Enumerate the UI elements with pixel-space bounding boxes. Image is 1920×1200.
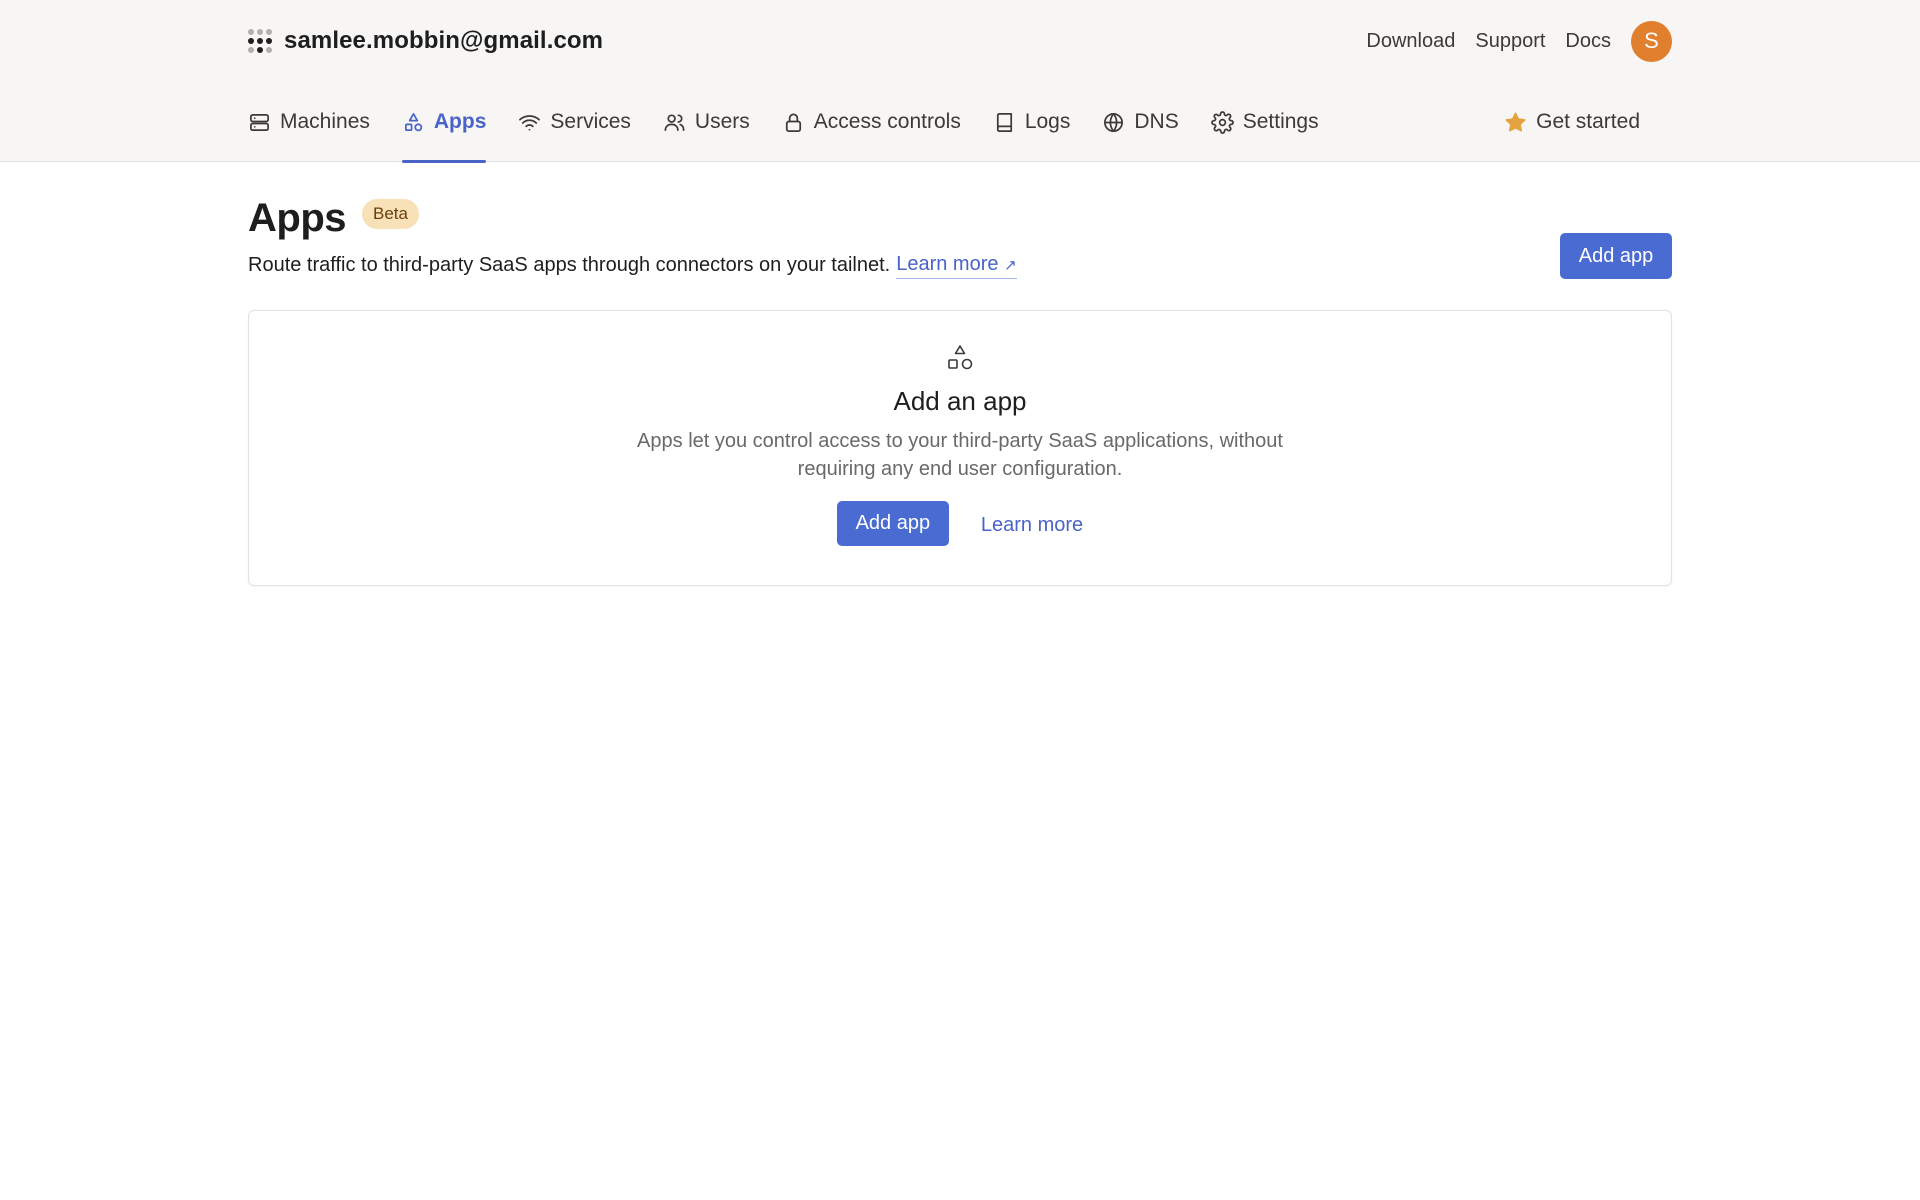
add-app-button[interactable]: Add app <box>1560 233 1672 279</box>
services-icon <box>519 114 541 131</box>
tab-label: Settings <box>1242 110 1319 133</box>
get-started-button[interactable]: Get started <box>1504 82 1640 162</box>
learn-more-label: Learn more <box>896 252 999 275</box>
tab-label: Users <box>694 110 750 133</box>
page-description: Route traffic to third-party SaaS apps t… <box>248 250 1672 280</box>
tab-label: Logs <box>1024 110 1071 133</box>
star-icon <box>1505 112 1526 132</box>
main-content: Apps Beta Route traffic to third-party S… <box>248 162 1672 586</box>
topbar: samlee.mobbin@gmail.com Download Support… <box>248 0 1672 82</box>
account-switcher[interactable]: samlee.mobbin@gmail.com <box>248 27 603 55</box>
empty-state-actions: Add app Learn more <box>836 501 1083 546</box>
beta-badge: Beta <box>362 199 419 229</box>
globe-icon <box>1104 112 1124 132</box>
shapes-icon <box>944 343 976 380</box>
apps-icon <box>404 112 423 131</box>
gear-icon <box>1210 110 1234 134</box>
main-nav: Machines Apps Services Users Access cont… <box>248 82 1672 163</box>
avatar[interactable]: S <box>1631 20 1672 62</box>
page-header: Apps Beta <box>248 194 1672 242</box>
tab-label: Access controls <box>813 110 961 133</box>
tab-label: Machines <box>280 110 370 133</box>
external-link-icon: ↗ <box>1004 256 1017 274</box>
page-description-text: Route traffic to third-party SaaS apps t… <box>248 253 891 276</box>
lock-icon <box>785 113 801 132</box>
users-icon <box>664 113 685 131</box>
tab-users[interactable]: Users <box>663 82 750 162</box>
tab-settings[interactable]: Settings <box>1210 82 1319 162</box>
tab-apps[interactable]: Apps <box>401 82 487 163</box>
empty-state-description: Apps let you control access to your thir… <box>637 430 1283 480</box>
book-icon <box>996 112 1012 132</box>
download-link[interactable]: Download <box>1366 30 1455 53</box>
tab-access-controls[interactable]: Access controls <box>782 82 961 162</box>
top-links: Download Support Docs S <box>1366 20 1672 62</box>
empty-add-app-button[interactable]: Add app <box>836 501 949 546</box>
empty-learn-more-link[interactable]: Learn more <box>981 514 1083 537</box>
empty-state-card: Add an app Apps let you control access t… <box>248 310 1672 586</box>
tab-logs[interactable]: Logs <box>993 82 1071 162</box>
machines-icon <box>250 113 269 131</box>
docs-link[interactable]: Docs <box>1565 30 1611 53</box>
tab-services[interactable]: Services <box>518 82 631 162</box>
tab-label: Apps <box>433 110 487 133</box>
support-link[interactable]: Support <box>1475 30 1545 53</box>
tailnet-logo-icon <box>248 29 272 53</box>
get-started-label: Get started <box>1536 110 1640 133</box>
top-header: samlee.mobbin@gmail.com Download Support… <box>0 0 1920 163</box>
account-name: samlee.mobbin@gmail.com <box>284 27 604 54</box>
page-title: Apps <box>248 195 347 240</box>
tab-label: Services <box>550 110 631 133</box>
tab-dns[interactable]: DNS <box>1102 82 1179 162</box>
learn-more-link[interactable]: Learn more ↗ <box>896 252 1017 279</box>
tab-label: DNS <box>1134 110 1179 133</box>
tab-machines[interactable]: Machines <box>248 82 370 162</box>
empty-state-title: Add an app <box>893 386 1027 416</box>
